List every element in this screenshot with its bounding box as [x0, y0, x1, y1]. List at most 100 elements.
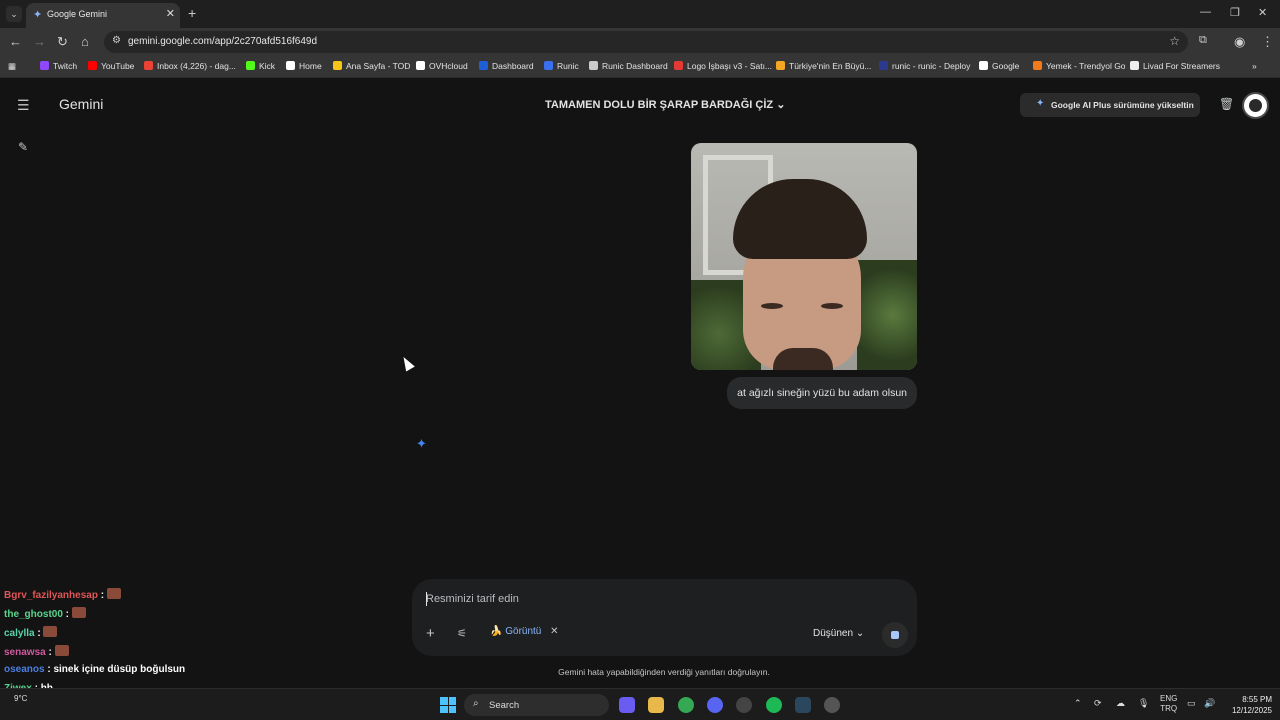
spotify-icon[interactable]: [766, 697, 782, 713]
display-icon[interactable]: ▭: [1187, 698, 1196, 709]
browser-toolbar: ← → ↻ ⌂ ⚙ gemini.google.com/app/2c270afd…: [0, 28, 1280, 56]
new-chat-icon[interactable]: ✎: [18, 140, 28, 154]
bookmark-item[interactable]: Dashboard: [479, 61, 534, 71]
minimize-icon[interactable]: —: [1200, 6, 1211, 18]
language-indicator[interactable]: ENG TRQ: [1160, 694, 1177, 714]
photo-eye-right: [821, 303, 843, 309]
gemini-loading-icon: ✦: [416, 436, 427, 451]
reload-icon[interactable]: ↻: [57, 34, 68, 50]
bookmark-label: Inbox (4,226) - dag...: [157, 61, 236, 71]
prompt-input-box[interactable]: Resminizi tarif edin + ⚟ 🍌 Görüntü ✕ Düş…: [412, 579, 917, 656]
clock-time: 8:55 PM: [1242, 695, 1272, 704]
app-icon[interactable]: [824, 697, 840, 713]
bookmark-favicon-icon: [1033, 61, 1042, 70]
menu-icon[interactable]: ☰: [17, 97, 30, 114]
bookmark-item[interactable]: Inbox (4,226) - dag...: [144, 61, 236, 71]
bookmark-favicon-icon: [979, 61, 988, 70]
github-icon[interactable]: [736, 697, 752, 713]
bookmark-favicon-icon: [879, 61, 888, 70]
site-info-icon[interactable]: ⚙: [112, 35, 121, 46]
bookmark-item[interactable]: Twitch: [40, 61, 77, 71]
file-explorer-icon[interactable]: [648, 697, 664, 713]
extensions-icon[interactable]: ⧉: [1199, 34, 1207, 47]
home-icon[interactable]: ⌂: [81, 34, 89, 49]
bookmark-label: Yemek - Trendyol Go: [1046, 61, 1126, 71]
discord-icon[interactable]: [707, 697, 723, 713]
chat-separator: :: [97, 590, 107, 601]
back-icon[interactable]: ←: [9, 34, 22, 49]
bookmark-item[interactable]: Runic Dashboard: [589, 61, 668, 71]
bookmark-favicon-icon: [674, 61, 683, 70]
close-icon[interactable]: ✕: [550, 626, 558, 637]
network-icon[interactable]: ☁: [1116, 698, 1125, 709]
bookmark-item[interactable]: Kick: [246, 61, 275, 71]
tab-title: Google Gemini: [47, 9, 108, 19]
bookmark-item[interactable]: Google: [979, 61, 1019, 71]
sync-icon[interactable]: ⟳: [1094, 698, 1102, 709]
volume-icon[interactable]: 🔊: [1204, 698, 1215, 709]
stop-button[interactable]: [882, 622, 908, 648]
chrome-icon[interactable]: [678, 697, 694, 713]
bookmark-item[interactable]: Livad For Streamers: [1130, 61, 1220, 71]
restore-icon[interactable]: ❐: [1230, 6, 1240, 19]
chat-username: the_ghost00: [4, 609, 63, 620]
copilot-icon[interactable]: [619, 697, 635, 713]
bookmark-item[interactable]: Logo İşbaşı v3 - Satı...: [674, 61, 772, 71]
bookmark-item[interactable]: Yemek - Trendyol Go: [1033, 61, 1126, 71]
bookmark-label: Home: [299, 61, 322, 71]
bookmark-item[interactable]: Ana Sayfa - TOD: [333, 61, 410, 71]
apps-icon[interactable]: ▦: [8, 61, 16, 72]
chevron-up-icon[interactable]: ⌃: [1074, 698, 1082, 709]
upgrade-button[interactable]: ✦ Google AI Plus sürümüne yükseltin: [1020, 93, 1200, 117]
browser-menu-icon[interactable]: ⋮: [1261, 34, 1274, 50]
image-tool-chip[interactable]: 🍌 Görüntü ✕: [490, 626, 559, 637]
gemini-brand[interactable]: Gemini: [59, 96, 103, 112]
address-bar[interactable]: ⚙ gemini.google.com/app/2c270afd516f649d…: [104, 31, 1188, 53]
photo-eye-left: [761, 303, 783, 309]
profile-icon[interactable]: ◉: [1234, 34, 1245, 50]
avatar[interactable]: [1242, 92, 1269, 119]
bookmark-label: OVHcloud: [429, 61, 468, 71]
mouse-cursor: [399, 354, 415, 372]
tab-search-button[interactable]: ⌄: [6, 6, 22, 22]
clock[interactable]: 8:55 PM 12/12/2025: [1222, 694, 1272, 716]
upgrade-label: Google AI Plus sürümüne yükseltin: [1051, 100, 1194, 110]
bookmark-label: Dashboard: [492, 61, 534, 71]
bookmark-star-icon[interactable]: ☆: [1169, 34, 1180, 48]
chat-emote-icon: [54, 645, 69, 656]
steam-icon[interactable]: [795, 697, 811, 713]
chat-message: Bgrv_fazilyanhesap :: [4, 588, 121, 601]
forward-icon[interactable]: →: [33, 34, 46, 49]
bookmark-label: Logo İşbaşı v3 - Satı...: [687, 61, 773, 71]
search-icon: ⌕: [473, 698, 479, 709]
url-text[interactable]: gemini.google.com/app/2c270afd516f649d: [128, 36, 317, 47]
prompt-placeholder[interactable]: Resminizi tarif edin: [426, 593, 519, 605]
close-tab-icon[interactable]: ✕: [166, 7, 175, 20]
bookmark-item[interactable]: YouTube: [88, 61, 134, 71]
bookmark-item[interactable]: Runic: [544, 61, 579, 71]
bookmark-label: runic - runic - Deploy: [892, 61, 971, 71]
new-tab-button[interactable]: +: [188, 5, 196, 21]
bookmark-item[interactable]: Home: [286, 61, 322, 71]
conversation-title[interactable]: TAMAMEN DOLU BİR ŞARAP BARDAĞI ÇİZ ⌄: [545, 98, 785, 111]
tools-icon[interactable]: ⚟: [457, 627, 467, 640]
clock-date: 12/12/2025: [1231, 706, 1272, 715]
uploaded-photo[interactable]: [691, 143, 917, 370]
add-file-icon[interactable]: +: [426, 625, 435, 642]
bookmark-item[interactable]: runic - runic - Deploy: [879, 61, 970, 71]
chat-message: the_ghost00 :: [4, 607, 86, 620]
temporary-chat-icon[interactable]: 🗑: [1219, 97, 1234, 111]
microphone-icon[interactable]: 🎙: [1138, 698, 1149, 709]
start-button[interactable]: [440, 697, 456, 713]
bookmark-label: Runic: [557, 61, 579, 71]
active-tab[interactable]: ✦ Google Gemini ✕: [26, 3, 180, 28]
chat-emote-icon: [106, 588, 121, 599]
taskbar-search[interactable]: ⌕ Search: [464, 694, 609, 716]
bookmark-item[interactable]: OVHcloud: [416, 61, 468, 71]
bookmark-item[interactable]: Türkiye'nin En Büyü...: [776, 61, 871, 71]
more-bookmarks-icon[interactable]: »: [1252, 61, 1257, 71]
weather-widget[interactable]: 9°C: [14, 694, 27, 703]
close-window-icon[interactable]: ✕: [1258, 6, 1267, 19]
bookmark-favicon-icon: [286, 61, 295, 70]
mode-selector[interactable]: Düşünen ⌄: [813, 628, 864, 639]
